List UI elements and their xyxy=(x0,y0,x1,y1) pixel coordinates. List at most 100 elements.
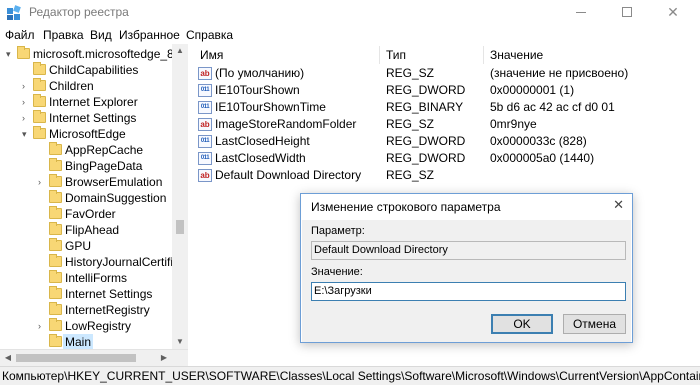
expand-icon[interactable]: › xyxy=(22,78,25,94)
tree-item-label: DomainSuggestion xyxy=(65,191,167,205)
tree-vertical-scrollbar[interactable]: ▲ ▼ xyxy=(172,44,188,349)
folder-icon xyxy=(49,270,62,283)
scroll-left-icon[interactable]: ◀ xyxy=(0,350,16,366)
folder-icon xyxy=(33,126,46,139)
value-name: IE10TourShown xyxy=(215,83,300,97)
expand-icon[interactable]: › xyxy=(22,94,25,110)
maximize-icon xyxy=(622,7,632,17)
value-type: REG_SZ xyxy=(386,168,435,182)
value-data: 0mr9nye xyxy=(490,117,537,131)
string-value-icon: ab xyxy=(198,67,212,80)
value-name: ImageStoreRandomFolder xyxy=(215,117,357,131)
cancel-button[interactable]: Отмена xyxy=(563,314,626,334)
close-icon[interactable]: ✕ xyxy=(613,197,624,213)
registry-value-row[interactable]: ab Default Download Directory REG_SZ xyxy=(194,167,700,184)
menu-file[interactable]: Файл xyxy=(5,28,35,42)
menu-help[interactable]: Справка xyxy=(186,28,233,42)
registry-value-row[interactable]: ab (По умолчанию) REG_SZ (значение не присв… xyxy=(194,65,700,82)
value-type: REG_BINARY xyxy=(386,100,464,114)
binary-value-icon: 011 xyxy=(198,101,212,114)
menu-favorites[interactable]: Избранное xyxy=(119,28,180,42)
registry-tree[interactable]: ▾ microsoft.microsoftedge_8we ChildCapabil… xyxy=(0,44,188,349)
string-value-icon: ab xyxy=(198,118,212,131)
tree-item-label: Internet Settings xyxy=(65,287,153,301)
value-data: 0x0000033c (828) xyxy=(490,134,587,148)
title-bar: Редактор реестра ✕ xyxy=(0,0,700,26)
value-input[interactable]: E:\Загрузки xyxy=(311,282,626,301)
menu-edit[interactable]: Правка xyxy=(43,28,84,42)
maximize-button[interactable] xyxy=(604,0,650,26)
scroll-thumb-horizontal[interactable] xyxy=(16,354,136,362)
folder-icon xyxy=(49,302,62,315)
value-type: REG_SZ xyxy=(386,117,435,131)
registry-editor-icon xyxy=(7,5,21,20)
close-icon: ✕ xyxy=(667,4,679,20)
folder-icon xyxy=(33,110,46,123)
tree-item-label: BrowserEmulation xyxy=(65,175,163,189)
tree-item-label: Internet Explorer xyxy=(49,95,138,109)
folder-icon xyxy=(49,254,62,267)
column-name-header[interactable]: Имя xyxy=(194,46,380,64)
param-name-field: Default Download Directory xyxy=(311,241,626,260)
dialog-title: Изменение строкового параметра xyxy=(311,200,501,214)
registry-value-row[interactable]: 011 LastClosedWidth REG_DWORD 0x000005a0 (1… xyxy=(194,150,700,167)
tree-item-label: LowRegistry xyxy=(65,319,132,333)
value-name: IE10TourShownTime xyxy=(215,100,326,114)
tree-item-label: Children xyxy=(49,79,94,93)
folder-icon xyxy=(33,94,46,107)
registry-value-row[interactable]: 011 IE10TourShownTime REG_BINARY 5b d6 ac 4… xyxy=(194,99,700,116)
close-button[interactable]: ✕ xyxy=(650,0,696,26)
folder-icon xyxy=(49,238,62,251)
folder-icon xyxy=(33,78,46,91)
value-type: REG_SZ xyxy=(386,66,435,80)
collapse-icon[interactable]: ▾ xyxy=(6,46,11,62)
registry-value-row[interactable]: ab ImageStoreRandomFolder REG_SZ 0mr9nye xyxy=(194,116,700,133)
folder-icon xyxy=(49,206,62,219)
scroll-right-icon[interactable]: ▶ xyxy=(156,350,172,366)
folder-icon xyxy=(49,286,62,299)
tree-item-label: Internet Settings xyxy=(49,111,137,125)
scroll-thumb[interactable] xyxy=(176,220,184,234)
scroll-up-icon[interactable]: ▲ xyxy=(172,44,188,58)
folder-icon xyxy=(49,190,62,203)
tree-item-label: Main xyxy=(63,334,94,349)
value-type: REG_DWORD xyxy=(386,151,466,165)
value-name: LastClosedHeight xyxy=(215,134,310,148)
folder-icon xyxy=(49,174,62,187)
tree-item-label: GPU xyxy=(65,239,92,253)
expand-icon[interactable]: › xyxy=(38,318,41,334)
registry-value-row[interactable]: 011 LastClosedHeight REG_DWORD 0x0000033c (… xyxy=(194,133,700,150)
param-label: Параметр: xyxy=(311,225,365,237)
value-type: REG_DWORD xyxy=(386,134,466,148)
value-data: 0x00000001 (1) xyxy=(490,83,575,97)
column-type-header[interactable]: Тип xyxy=(380,46,484,64)
value-type: REG_DWORD xyxy=(386,83,466,97)
tree-item-label: HistoryJournalCertifica xyxy=(65,255,186,269)
binary-value-icon: 011 xyxy=(198,152,212,165)
column-value-header[interactable]: Значение xyxy=(484,46,700,64)
folder-icon xyxy=(49,318,62,331)
folder-icon xyxy=(49,142,62,155)
expand-icon[interactable]: › xyxy=(38,174,41,190)
collapse-icon[interactable]: ▾ xyxy=(22,126,27,142)
folder-icon xyxy=(49,334,62,347)
value-name: (По умолчанию) xyxy=(215,66,305,80)
tree-item-label: FlipAhead xyxy=(65,223,120,237)
tree-item-label: FavOrder xyxy=(65,207,116,221)
tree-item-label: MicrosoftEdge xyxy=(49,127,126,141)
registry-value-row[interactable]: 011 IE10TourShown REG_DWORD 0x00000001 (1) xyxy=(194,82,700,99)
scroll-down-icon[interactable]: ▼ xyxy=(172,335,188,349)
value-name: Default Download Directory xyxy=(215,168,362,182)
menu-bar: Файл Правка Вид Избранное Справка xyxy=(0,26,700,44)
folder-icon xyxy=(49,158,62,171)
ok-button[interactable]: OK xyxy=(491,314,553,334)
tree-item-label: microsoft.microsoftedge_8we xyxy=(33,47,188,61)
value-label: Значение: xyxy=(311,266,363,278)
tree-item-label: BingPageData xyxy=(65,159,143,173)
tree-item-label: AppRepCache xyxy=(65,143,144,157)
tree-horizontal-scrollbar[interactable]: ◀ ▶ xyxy=(0,349,188,366)
expand-icon[interactable]: › xyxy=(22,110,25,126)
status-bar: Компьютер\HKEY_CURRENT_USER\SOFTWARE\Cla… xyxy=(0,366,700,385)
menu-view[interactable]: Вид xyxy=(90,28,112,42)
minimize-button[interactable] xyxy=(558,0,604,26)
